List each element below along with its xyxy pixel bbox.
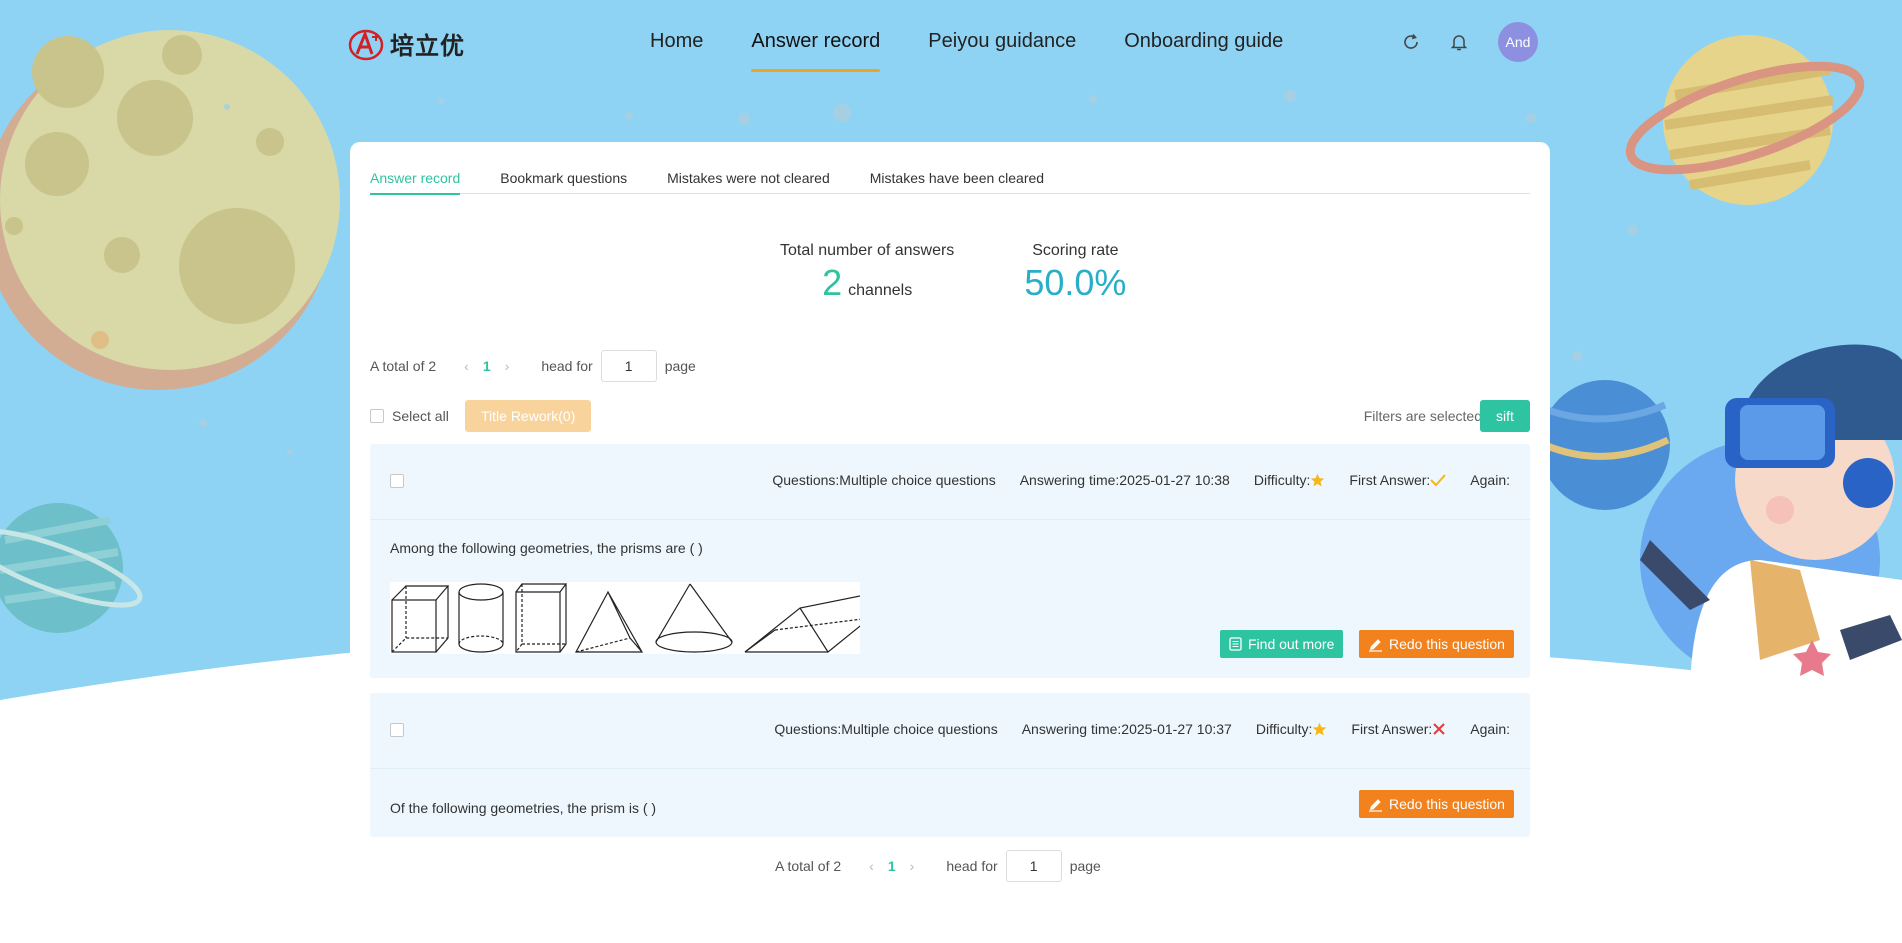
- question-header: Questions:Multiple choice questions Answ…: [370, 444, 1530, 520]
- find-out-more-button[interactable]: Find out more: [1220, 630, 1344, 658]
- pagination-total: A total of 2: [370, 358, 437, 374]
- total-answers-unit: channels: [848, 282, 913, 299]
- total-answers-stat: Total number of answers 2 channels: [780, 242, 954, 304]
- goto-page-input[interactable]: [600, 350, 657, 382]
- filters-label: Filters are selected: [1363, 408, 1482, 424]
- first-answer-label: First Answer:: [1351, 721, 1433, 737]
- difficulty: Difficulty:: [1256, 721, 1328, 737]
- difficulty-label: Difficulty:: [1255, 721, 1313, 737]
- page-number[interactable]: 1: [888, 858, 896, 874]
- next-page-icon[interactable]: ›: [505, 358, 510, 374]
- answer-stats: Total number of answers 2 channels Scori…: [780, 242, 1126, 304]
- cross-icon: [1433, 723, 1446, 735]
- prev-page-icon[interactable]: ‹: [869, 858, 874, 874]
- question-text: Of the following geometries, the prism i…: [390, 800, 657, 816]
- geometry-figures-image: [390, 582, 860, 654]
- question-meta: Questions:Multiple choice questions Answ…: [750, 721, 1510, 737]
- user-avatar[interactable]: And: [1498, 22, 1538, 62]
- sift-button[interactable]: sift: [1480, 400, 1530, 432]
- goto-label: head for: [946, 858, 998, 874]
- select-all-label: Select all: [392, 408, 449, 424]
- pagination-total: A total of 2: [775, 858, 842, 874]
- document-icon: [1229, 637, 1242, 651]
- page-number[interactable]: 1: [483, 358, 491, 374]
- a-plus-logo-icon: [348, 29, 384, 60]
- first-answer: First Answer:: [1349, 472, 1447, 488]
- question-meta: Questions:Multiple choice questions Answ…: [748, 472, 1510, 488]
- total-answers-value: 2: [822, 262, 843, 303]
- check-icon: [1430, 474, 1447, 487]
- checkbox-box[interactable]: [370, 409, 384, 423]
- nav-answer-record[interactable]: Answer record: [751, 0, 880, 72]
- select-all-checkbox[interactable]: Select all: [370, 408, 449, 424]
- difficulty: Difficulty:: [1254, 472, 1326, 488]
- refresh-icon[interactable]: [1398, 29, 1424, 55]
- action-bar: Select all Title Rework(0) Filters are s…: [370, 400, 1530, 432]
- page-suffix: page: [1069, 858, 1101, 874]
- question-checkbox[interactable]: [390, 723, 404, 737]
- star-icon: [1311, 473, 1325, 486]
- redo-question-button[interactable]: Redo this question: [1359, 630, 1514, 658]
- bell-icon[interactable]: [1446, 29, 1472, 55]
- scoring-rate-label: Scoring rate: [1032, 242, 1119, 259]
- main-nav: Home Answer record Peiyou guidance Onboa…: [650, 0, 1331, 72]
- top-navbar: 培立优 Home Answer record Peiyou guidance O…: [0, 0, 1902, 84]
- tab-answer-record[interactable]: Answer record: [370, 170, 461, 195]
- pencil-icon: [1369, 638, 1382, 652]
- answering-time: Answering time:2025-01-27 10:37: [1021, 721, 1232, 737]
- next-page-icon[interactable]: ›: [910, 858, 915, 874]
- brand-name: 培立优: [390, 32, 465, 60]
- again-label: Again:: [1470, 721, 1510, 737]
- tab-mistakes-cleared[interactable]: Mistakes have been cleared: [870, 170, 1044, 194]
- record-tabs: Answer record Bookmark questions Mistake…: [370, 170, 1530, 195]
- answering-time: Answering time:2025-01-27 10:38: [1019, 472, 1230, 488]
- pencil-icon: [1369, 798, 1382, 812]
- find-out-more-label: Find out more: [1248, 636, 1335, 652]
- first-answer: First Answer:: [1351, 721, 1446, 737]
- redo-question-button[interactable]: Redo this question: [1359, 790, 1514, 818]
- nav-home[interactable]: Home: [650, 0, 703, 72]
- question-text: Among the following geometries, the pris…: [390, 540, 703, 556]
- redo-question-label: Redo this question: [1389, 796, 1505, 812]
- blue-planet-illustration: [1540, 380, 1670, 510]
- first-answer-label: First Answer:: [1349, 472, 1431, 488]
- scoring-rate-value: 50.0%: [1024, 262, 1127, 303]
- nav-peiyou-guidance[interactable]: Peiyou guidance: [928, 0, 1076, 72]
- tab-mistakes-not-cleared[interactable]: Mistakes were not cleared: [667, 170, 830, 194]
- question-type: Questions:Multiple choice questions: [772, 472, 996, 488]
- difficulty-label: Difficulty:: [1253, 472, 1311, 488]
- page-suffix: page: [664, 358, 696, 374]
- again-label: Again:: [1470, 472, 1510, 488]
- tab-bookmark-questions[interactable]: Bookmark questions: [500, 170, 627, 194]
- star-icon: [1313, 722, 1327, 735]
- header-tools: And: [1398, 22, 1538, 62]
- prev-page-icon[interactable]: ‹: [464, 358, 469, 374]
- answer-record-card: Answer record Bookmark questions Mistake…: [350, 142, 1550, 942]
- scoring-rate-stat: Scoring rate 50.0%: [1024, 242, 1126, 304]
- total-answers-label: Total number of answers: [780, 242, 955, 259]
- question-type: Questions:Multiple choice questions: [774, 721, 998, 737]
- goto-label: head for: [541, 358, 593, 374]
- question-header: Questions:Multiple choice questions Answ…: [370, 693, 1530, 769]
- pagination-top: A total of 2 ‹ 1 › head for page: [370, 350, 696, 382]
- nav-onboarding-guide[interactable]: Onboarding guide: [1124, 0, 1283, 72]
- question-item: Questions:Multiple choice questions Answ…: [370, 444, 1530, 678]
- question-checkbox[interactable]: [390, 474, 404, 488]
- brand-logo[interactable]: 培立优: [348, 26, 465, 61]
- goto-page-input[interactable]: [1005, 850, 1062, 882]
- redo-question-label: Redo this question: [1389, 636, 1505, 652]
- question-item: Questions:Multiple choice questions Answ…: [370, 693, 1530, 837]
- title-rework-button[interactable]: Title Rework(0): [465, 400, 592, 432]
- pagination-bottom: A total of 2 ‹ 1 › head for page: [775, 850, 1101, 882]
